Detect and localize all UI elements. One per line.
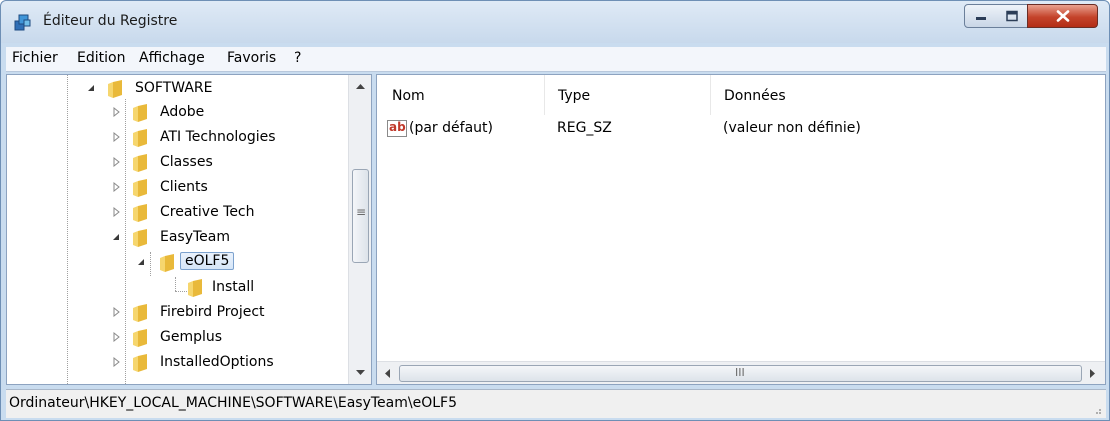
tree-node-eolf5[interactable]: eOLF5 <box>7 251 347 275</box>
key-tree-pane[interactable]: SOFTWARE Adobe ATI Technologies Classes … <box>6 74 372 385</box>
folder-icon <box>133 129 147 147</box>
collapse-arrow-icon[interactable] <box>136 257 146 267</box>
column-label: Données <box>724 88 786 104</box>
scroll-left-arrow-icon[interactable] <box>384 368 391 379</box>
expand-arrow-icon[interactable] <box>111 207 121 217</box>
string-value-icon-text: ab <box>389 120 406 134</box>
collapse-arrow-icon[interactable] <box>111 232 121 242</box>
tree-label: Creative Tech <box>160 204 255 220</box>
menu-edition[interactable]: Edition <box>77 50 125 66</box>
scroll-right-arrow-icon[interactable] <box>1089 368 1096 379</box>
column-label: Nom <box>392 88 425 104</box>
expand-arrow-icon[interactable] <box>111 107 121 117</box>
folder-icon <box>133 179 147 197</box>
tree-node-ati-technologies[interactable]: ATI Technologies <box>7 126 347 150</box>
menu-affichage[interactable]: Affichage <box>139 50 205 66</box>
scroll-up-arrow-icon[interactable] <box>355 83 366 90</box>
tree-label: ATI Technologies <box>160 129 276 145</box>
scroll-down-arrow-icon[interactable] <box>355 369 366 376</box>
menu-fichier[interactable]: Fichier <box>12 50 58 66</box>
column-header-nom[interactable]: Nom <box>377 75 543 115</box>
expand-arrow-icon[interactable] <box>111 357 121 367</box>
tree-label: EasyTeam <box>160 229 231 245</box>
folder-icon <box>133 104 147 122</box>
folder-icon <box>133 229 147 247</box>
scrollbar-thumb[interactable]: ≡ <box>352 169 369 263</box>
tree-node-clients[interactable]: Clients <box>7 176 347 200</box>
title-bar[interactable]: Éditeur du Registre <box>1 1 1109 43</box>
menu-bar: Fichier Edition Affichage Favoris ? <box>6 47 1106 72</box>
tree-label: Install <box>212 279 255 295</box>
table-row[interactable]: ab (par défaut) REG_SZ (valeur non défin… <box>377 117 1105 141</box>
values-pane[interactable]: Nom Type Données ab (par défaut) REG_SZ … <box>376 74 1106 385</box>
tree-label-selected: eOLF5 <box>180 252 235 270</box>
scrollbar-grip: ≡ <box>356 205 367 219</box>
registry-editor-window: Éditeur du Registre Fichier Edition Affi… <box>0 0 1110 421</box>
status-path: Ordinateur\HKEY_LOCAL_MACHINE\SOFTWARE\E… <box>9 395 457 411</box>
folder-icon <box>133 354 147 372</box>
status-bar: Ordinateur\HKEY_LOCAL_MACHINE\SOFTWARE\E… <box>6 389 1106 418</box>
tree-label: InstalledOptions <box>160 354 274 370</box>
tree-node-adobe[interactable]: Adobe <box>7 101 347 125</box>
tree-node-install[interactable]: Install <box>7 276 347 300</box>
close-icon <box>1056 10 1069 22</box>
resize-grip-icon[interactable] <box>1092 405 1102 415</box>
expand-arrow-icon[interactable] <box>111 132 121 142</box>
folder-icon <box>108 80 122 98</box>
registry-editor-icon <box>13 12 33 32</box>
maximize-button[interactable] <box>996 4 1028 28</box>
tree-label: SOFTWARE <box>135 80 213 96</box>
tree-node-easyteam[interactable]: EasyTeam <box>7 226 347 250</box>
value-name: (par défaut) <box>409 120 493 136</box>
tree-node-gemplus[interactable]: Gemplus <box>7 326 347 350</box>
column-header-type[interactable]: Type <box>544 75 710 115</box>
open-folder-icon <box>160 254 174 272</box>
folder-icon <box>133 329 147 347</box>
folder-icon <box>133 304 147 322</box>
values-horizontal-scrollbar[interactable]: III <box>377 361 1105 384</box>
value-data: (valeur non définie) <box>723 120 861 136</box>
tree-label: Firebird Project <box>160 304 265 320</box>
tree-label: Classes <box>160 154 213 170</box>
column-header-donnees[interactable]: Données <box>710 75 1105 115</box>
tree-vertical-scrollbar[interactable]: ≡ <box>348 75 371 384</box>
tree-node-firebird-project[interactable]: Firebird Project <box>7 301 347 325</box>
menu-help[interactable]: ? <box>294 50 301 66</box>
tree-node-software[interactable]: SOFTWARE <box>7 77 347 101</box>
minimize-button[interactable] <box>964 4 997 28</box>
tree-label: Adobe <box>160 104 205 120</box>
expand-arrow-icon[interactable] <box>111 332 121 342</box>
tree-label: Clients <box>160 179 208 195</box>
menu-favoris[interactable]: Favoris <box>227 50 276 66</box>
scrollbar-grip: III <box>735 366 745 379</box>
column-label: Type <box>558 88 591 104</box>
folder-icon <box>133 204 147 222</box>
tree-label: Gemplus <box>160 329 223 345</box>
folder-icon <box>188 279 202 297</box>
window-title: Éditeur du Registre <box>43 13 178 29</box>
close-button[interactable] <box>1027 4 1098 28</box>
expand-arrow-icon[interactable] <box>111 307 121 317</box>
maximize-icon <box>1005 10 1018 22</box>
minimize-icon <box>975 17 986 20</box>
string-value-icon: ab <box>387 120 407 137</box>
scrollbar-thumb[interactable]: III <box>399 365 1082 382</box>
expand-arrow-icon[interactable] <box>111 157 121 167</box>
folder-icon <box>133 154 147 172</box>
tree-node-creative-tech[interactable]: Creative Tech <box>7 201 347 225</box>
expand-arrow-icon[interactable] <box>111 182 121 192</box>
tree-node-installedoptions[interactable]: InstalledOptions <box>7 351 347 375</box>
tree-node-classes[interactable]: Classes <box>7 151 347 175</box>
value-type: REG_SZ <box>557 120 612 136</box>
collapse-arrow-icon[interactable] <box>86 83 96 93</box>
